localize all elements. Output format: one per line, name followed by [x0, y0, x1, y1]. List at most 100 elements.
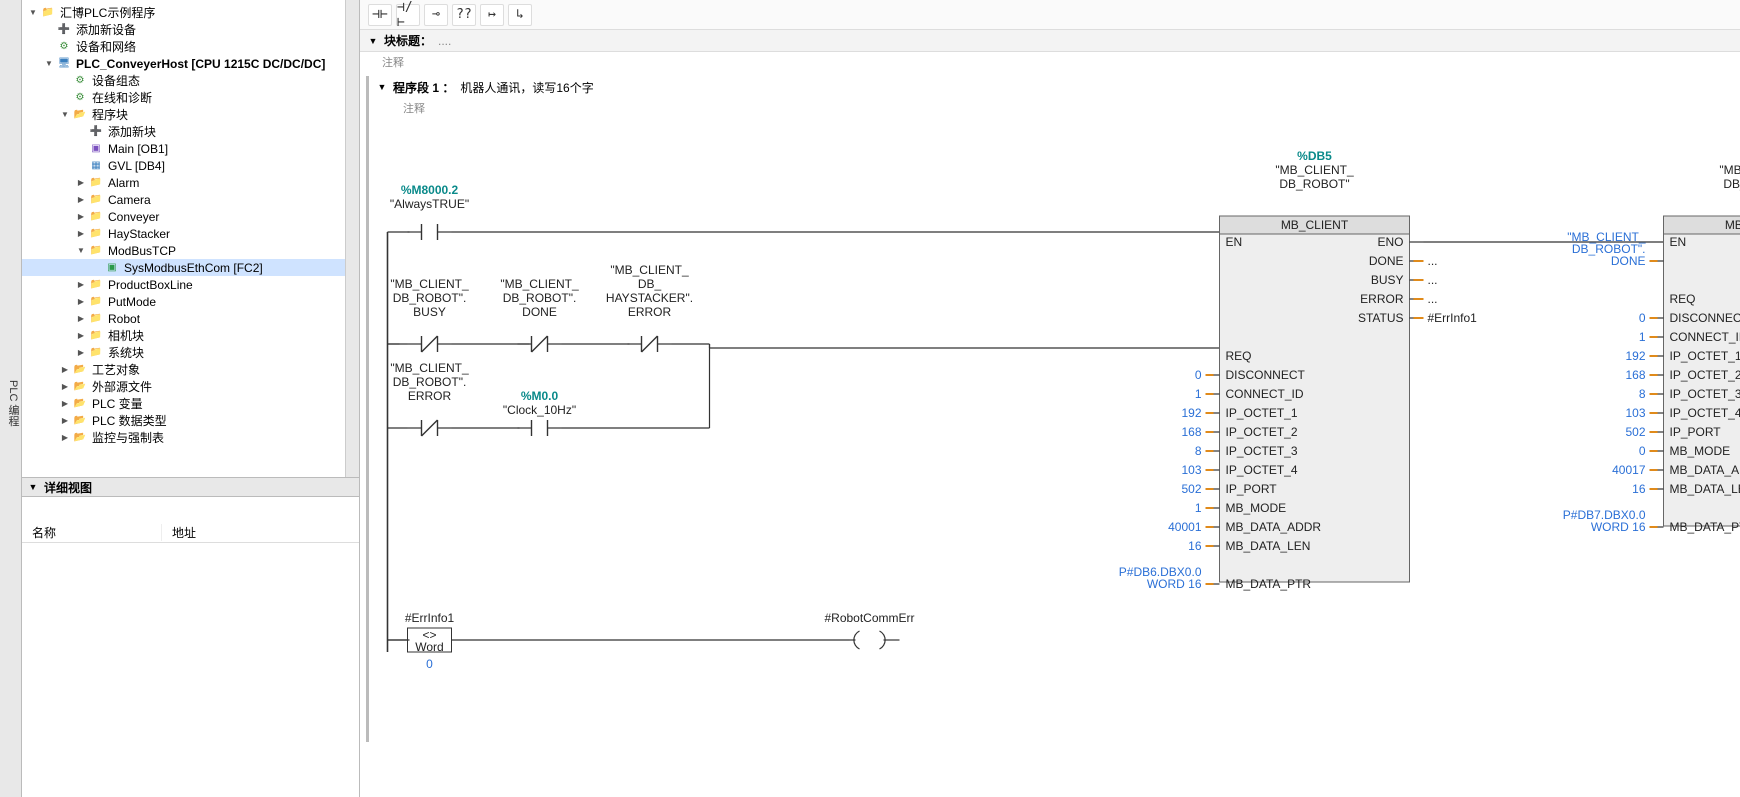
tree-node[interactable]: ⚙在线和诊断 — [22, 89, 345, 106]
chevron-down-icon[interactable]: ▼ — [44, 59, 54, 69]
svg-text:192: 192 — [1181, 406, 1201, 420]
block-title-header[interactable]: ▼ 块标题： .... — [360, 30, 1740, 52]
tree-node[interactable]: ▶📁Robot — [22, 310, 345, 327]
block-title-value[interactable]: .... — [438, 34, 451, 48]
tree-node[interactable]: ▶📁ProductBoxLine — [22, 276, 345, 293]
tree-node[interactable]: ▶📁Alarm — [22, 174, 345, 191]
chevron-down-icon[interactable]: ▼ — [60, 110, 70, 120]
svg-text:WORD 16: WORD 16 — [1591, 520, 1646, 534]
tree-node[interactable]: ▣Main [OB1] — [22, 140, 345, 157]
tree-node[interactable]: ▶📁系统块 — [22, 344, 345, 361]
svg-text:192: 192 — [1625, 349, 1645, 363]
svg-text:IP_OCTET_3: IP_OCTET_3 — [1670, 387, 1740, 401]
chevron-right-icon[interactable]: ▶ — [76, 297, 86, 307]
tree-scrollbar[interactable] — [345, 0, 359, 477]
grp-icon: 📁 — [88, 329, 104, 343]
chevron-right-icon[interactable]: ▶ — [76, 212, 86, 222]
svg-text:#ErrInfo1: #ErrInfo1 — [1428, 311, 1478, 325]
project-tree[interactable]: ▼📁汇博PLC示例程序➕添加新设备⚙设备和网络▼🖥PLC_ConveyerHos… — [22, 0, 345, 477]
network-description[interactable]: 机器人通讯，读写16个字 — [460, 79, 593, 96]
ladder-network-canvas[interactable]: %M8000.2"AlwaysTRUE""MB_CLIENT_DB_ROBOT"… — [369, 122, 1740, 742]
side-tab[interactable]: PLC 编程 — [0, 0, 22, 797]
detail-view-header[interactable]: ▼ 详细视图 — [22, 477, 359, 497]
tree-node[interactable]: ▼📁汇博PLC示例程序 — [22, 4, 345, 21]
chevron-right-icon[interactable]: ▶ — [60, 433, 70, 443]
tree-node[interactable]: ▶📂外部源文件 — [22, 378, 345, 395]
svg-text:ERROR: ERROR — [628, 305, 672, 319]
chevron-right-icon[interactable]: ▶ — [60, 416, 70, 426]
project-tree-pane: ▼📁汇博PLC示例程序➕添加新设备⚙设备和网络▼🖥PLC_ConveyerHos… — [22, 0, 360, 797]
block-comment[interactable]: 注释 — [360, 52, 1740, 76]
tree-node[interactable]: ▶📁PutMode — [22, 293, 345, 310]
toolbar-btn-1[interactable]: ⊣/⊢ — [396, 4, 420, 26]
chevron-right-icon[interactable]: ▶ — [76, 195, 86, 205]
chevron-right-icon[interactable]: ▶ — [60, 382, 70, 392]
svg-text:...: ... — [1428, 254, 1438, 268]
svg-text:MB_MODE: MB_MODE — [1670, 444, 1731, 458]
svg-text:MB_DATA_LEN: MB_DATA_LEN — [1226, 539, 1311, 553]
blk-icon: 📂 — [72, 363, 88, 377]
tree-node-label: SysModbusEthCom [FC2] — [124, 261, 263, 275]
toolbar-btn-3[interactable]: ?? — [452, 4, 476, 26]
svg-text:502: 502 — [1625, 425, 1645, 439]
toolbar-btn-0[interactable]: ⊣⊢ — [368, 4, 392, 26]
chevron-down-icon[interactable]: ▼ — [366, 36, 380, 46]
network-comment[interactable]: 注释 — [369, 98, 1740, 122]
tree-node[interactable]: ▶📁HayStacker — [22, 225, 345, 242]
tree-node[interactable]: ▼🖥PLC_ConveyerHost [CPU 1215C DC/DC/DC] — [22, 55, 345, 72]
svg-text:103: 103 — [1181, 463, 1201, 477]
svg-text:1: 1 — [1195, 387, 1202, 401]
chevron-right-icon[interactable]: ▶ — [76, 314, 86, 324]
tree-node-label: PLC 变量 — [92, 395, 143, 412]
tree-node-label: 相机块 — [108, 327, 144, 344]
tree-node[interactable]: ▣ SysModbusEthCom [FC2] — [22, 259, 345, 276]
chevron-down-icon[interactable]: ▼ — [28, 8, 38, 18]
svg-text:DONE: DONE — [1369, 254, 1404, 268]
network-header[interactable]: ▼ 程序段 1 ： 机器人通讯，读写16个字 — [369, 76, 1740, 98]
svg-text:IP_OCTET_2: IP_OCTET_2 — [1226, 425, 1298, 439]
chevron-right-icon[interactable]: ▶ — [76, 178, 86, 188]
tree-node-label: 汇博PLC示例程序 — [60, 4, 155, 21]
detail-col-name[interactable]: 名称 — [22, 524, 162, 541]
toolbar-btn-4[interactable]: ↦ — [480, 4, 504, 26]
svg-text:"Clock_10Hz": "Clock_10Hz" — [503, 403, 576, 417]
chevron-right-icon[interactable]: ▶ — [60, 365, 70, 375]
chevron-right-icon[interactable]: ▶ — [76, 229, 86, 239]
toolbar-btn-2[interactable]: ⊸ — [424, 4, 448, 26]
tree-node[interactable]: ▶📂PLC 数据类型 — [22, 412, 345, 429]
tree-node[interactable]: ▶📁Conveyer — [22, 208, 345, 225]
tree-node[interactable]: ▶📁 相机块 — [22, 327, 345, 344]
svg-text:DB_: DB_ — [638, 277, 662, 291]
detail-col-addr[interactable]: 地址 — [162, 524, 359, 541]
tree-node[interactable]: ⚙设备和网络 — [22, 38, 345, 55]
chevron-right-icon[interactable]: ▶ — [60, 399, 70, 409]
tree-node-label: 设备和网络 — [76, 38, 136, 55]
svg-text:IP_OCTET_1: IP_OCTET_1 — [1670, 349, 1740, 363]
detail-view-title: 详细视图 — [44, 479, 92, 496]
tree-node-label: Alarm — [108, 176, 139, 190]
tree-node[interactable]: ▦GVL [DB4] — [22, 157, 345, 174]
db-icon: ▦ — [88, 159, 104, 173]
tree-node[interactable]: ▶📂工艺对象 — [22, 361, 345, 378]
tree-node[interactable]: ▶📁Camera — [22, 191, 345, 208]
blk-icon: 📂 — [72, 108, 88, 122]
tree-node[interactable]: ➕添加新设备 — [22, 21, 345, 38]
svg-text:0: 0 — [426, 657, 433, 671]
chevron-right-icon[interactable]: ▶ — [76, 331, 86, 341]
tree-node[interactable]: ▶📂监控与强制表 — [22, 429, 345, 446]
svg-text:DONE: DONE — [1611, 254, 1646, 268]
chevron-right-icon[interactable]: ▶ — [76, 280, 86, 290]
fc-icon: ▣ — [104, 261, 120, 275]
toolbar-btn-5[interactable]: ↳ — [508, 4, 532, 26]
chevron-down-icon[interactable]: ▼ — [375, 82, 389, 92]
svg-text:REQ: REQ — [1226, 349, 1252, 363]
tree-node[interactable]: ▼📁ModBusTCP — [22, 242, 345, 259]
grp-icon: 📁 — [88, 312, 104, 326]
tree-node[interactable]: ▼📂程序块 — [22, 106, 345, 123]
tree-node[interactable]: ⚙设备组态 — [22, 72, 345, 89]
chevron-down-icon[interactable]: ▼ — [76, 246, 86, 256]
tree-node[interactable]: ➕添加新块 — [22, 123, 345, 140]
chevron-right-icon[interactable]: ▶ — [76, 348, 86, 358]
tree-node[interactable]: ▶📂PLC 变量 — [22, 395, 345, 412]
svg-text:"MB_CLIENT_: "MB_CLIENT_ — [610, 263, 689, 277]
